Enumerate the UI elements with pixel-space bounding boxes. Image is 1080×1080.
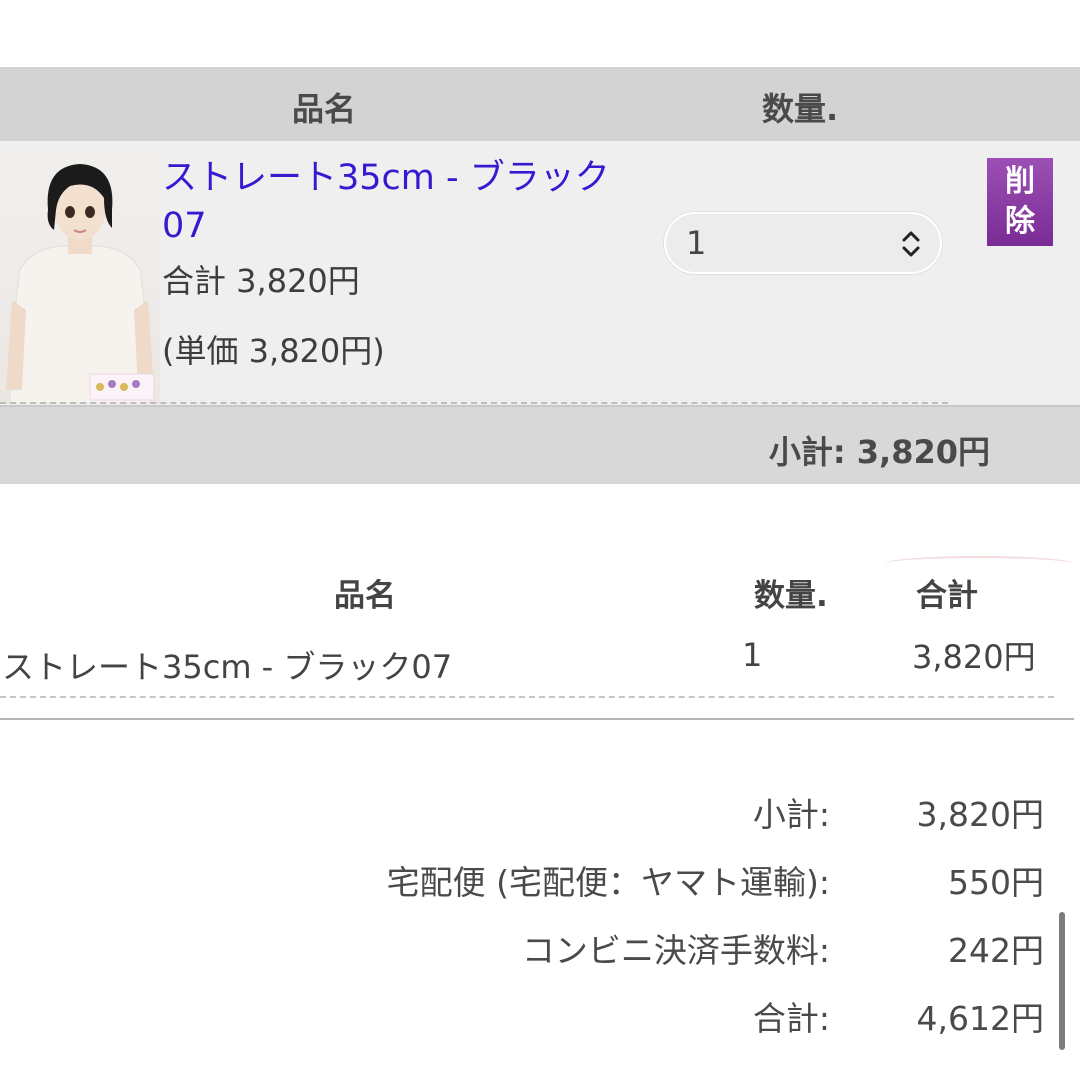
delete-button[interactable]: 削 除 <box>987 158 1053 246</box>
summary-item-qty: 1 <box>742 636 763 674</box>
summary-header-total: 合計 <box>916 578 978 614</box>
totals-value: 242円 <box>948 931 1044 970</box>
cart-subtotal-bar: 小計: 3,820円 <box>0 407 1080 484</box>
delete-label-2: 除 <box>1005 204 1035 239</box>
totals-value: 3,820円 <box>916 795 1044 834</box>
summary-divider-dashed <box>0 696 1054 698</box>
cart-table-header <box>0 67 1080 141</box>
totals-row-fee: コンビニ決済手数料: 242円 <box>0 924 1080 974</box>
totals-row-subtotal: 小計: 3,820円 <box>0 788 1080 838</box>
summary-header-name: 品名 <box>334 578 396 614</box>
summary-item-total: 3,820円 <box>912 638 1036 676</box>
quantity-value: 1 <box>686 224 707 262</box>
item-total: 合計 3,820円 <box>162 262 360 300</box>
cart-header-qty: 数量. <box>762 90 839 128</box>
row-divider-dashed <box>0 402 948 404</box>
item-unit-price: (単価 3,820円) <box>162 332 385 370</box>
cart-header-name: 品名 <box>292 90 357 128</box>
summary-item-name: ストレート35cm - ブラック07 <box>2 648 453 686</box>
chevron-up-down-icon <box>902 231 920 257</box>
decorative-edge <box>884 556 1074 564</box>
totals-label: コンビニ決済手数料: <box>521 931 830 970</box>
scrollbar-thumb[interactable] <box>1059 912 1065 1050</box>
delete-label-1: 削 <box>1005 164 1035 199</box>
product-name-link[interactable]: ストレート35cm - ブラック 07 <box>162 154 642 250</box>
totals-value: 550円 <box>948 863 1044 902</box>
totals-label: 小計: <box>752 795 830 834</box>
totals-row-grand-total: 合計: 4,612円 <box>0 992 1080 1042</box>
product-name-line-1[interactable]: ストレート35cm - ブラック <box>162 158 610 198</box>
product-image[interactable] <box>0 150 160 404</box>
totals-row-shipping: 宅配便 (宅配便：ヤマト運輸): 550円 <box>0 856 1080 906</box>
totals-label: 宅配便 (宅配便：ヤマト運輸): <box>386 863 830 902</box>
wig-model-image <box>6 164 155 404</box>
cart-subtotal: 小計: 3,820円 <box>768 433 990 471</box>
product-name-line-2[interactable]: 07 <box>162 206 207 246</box>
quantity-select[interactable]: 1 <box>664 212 942 274</box>
summary-header-qty: 数量. <box>754 578 828 614</box>
summary-divider <box>0 718 1074 720</box>
totals-label: 合計: <box>752 999 830 1038</box>
totals-value: 4,612円 <box>916 999 1044 1038</box>
